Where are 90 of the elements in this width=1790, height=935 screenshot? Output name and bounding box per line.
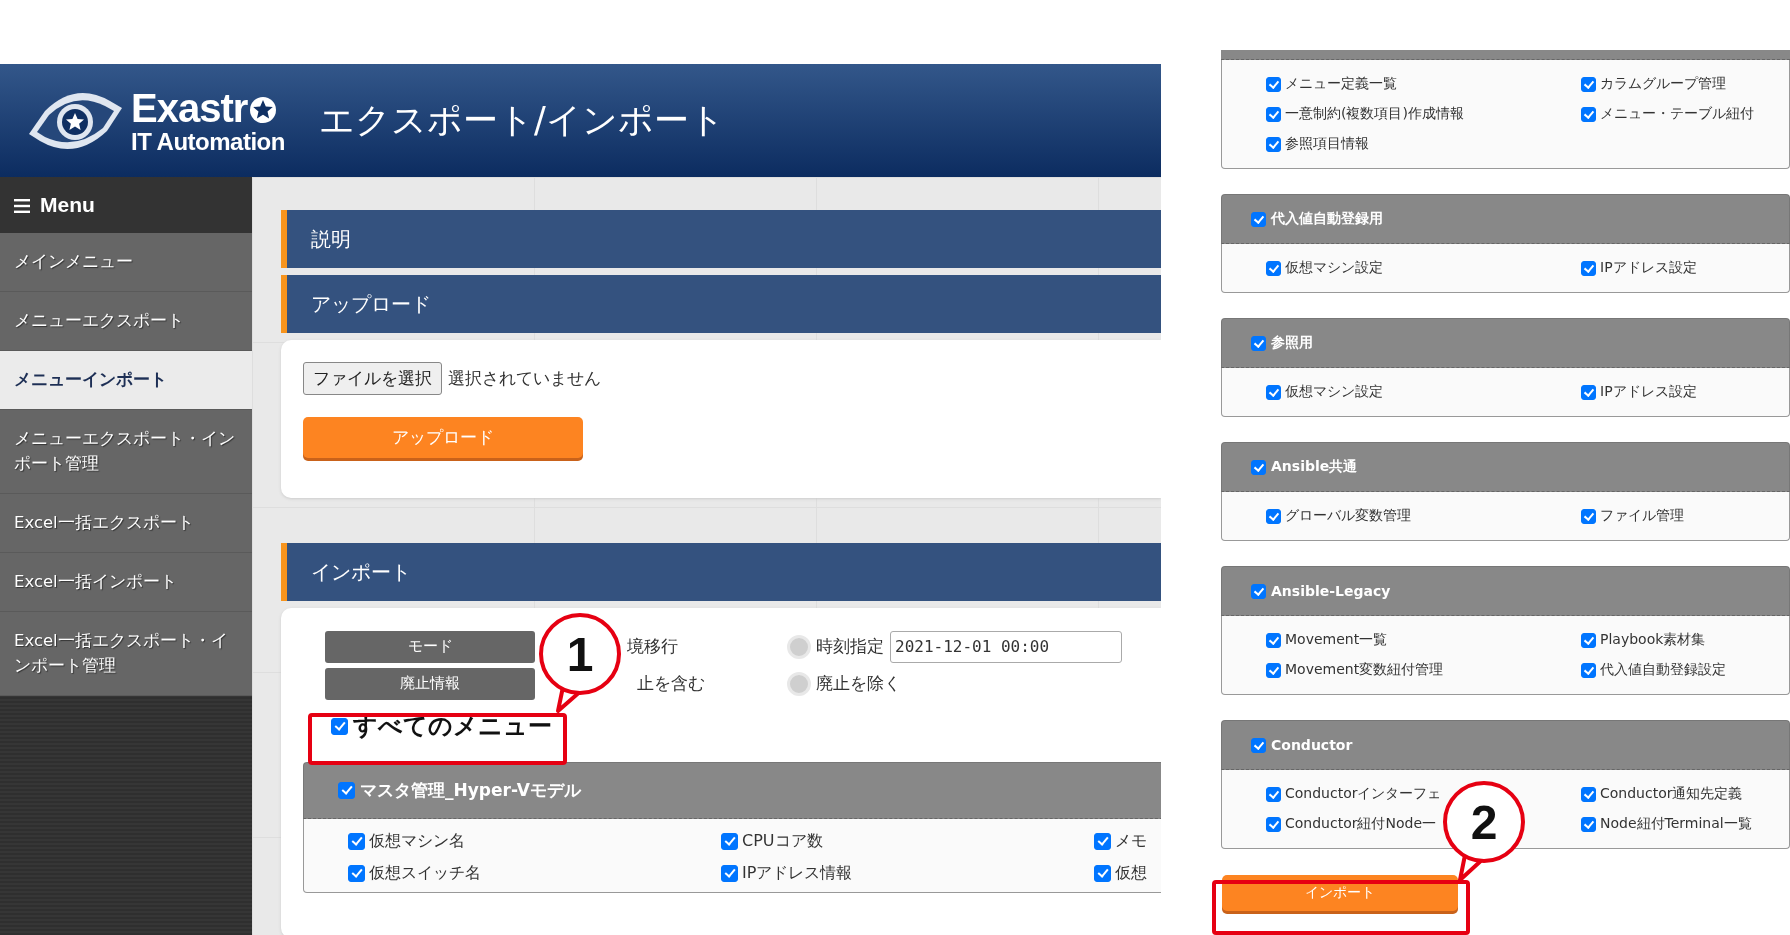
checkbox[interactable] (1251, 459, 1266, 475)
checkbox[interactable] (1266, 632, 1281, 648)
sidebar-item[interactable]: メニューエクスポート (0, 292, 252, 351)
checkbox-label: 一意制約(複数項目)作成情報 (1285, 105, 1464, 123)
checkbox[interactable] (1266, 662, 1281, 678)
option-label: モード (325, 630, 535, 663)
checkbox-label: 仮想マシン設定 (1285, 383, 1383, 401)
checkbox-label: ファイル管理 (1600, 507, 1684, 525)
checkbox-label: Conductor紐付Node一 (1285, 815, 1437, 833)
checkbox[interactable] (1266, 260, 1281, 276)
checkbox[interactable] (1251, 737, 1266, 753)
checkbox[interactable] (721, 833, 738, 850)
checkbox[interactable] (1266, 816, 1281, 832)
checkbox-label: カラムグループ管理 (1600, 75, 1726, 93)
sidebar-item[interactable]: メニューエクスポート・インポート管理 (0, 410, 252, 494)
checkbox-label: 仮想マシン名 (369, 831, 465, 852)
checkbox-label: IPアドレス設定 (1600, 383, 1697, 401)
checkbox[interactable] (1581, 384, 1596, 400)
checkbox-label: Node紐付Terminal一覧 (1600, 815, 1752, 833)
radio-label: 止を含む (637, 672, 705, 695)
sidebar-item[interactable]: Excel一括エクスポート (0, 494, 252, 553)
checkbox-label: Conductorインターフェ (1285, 785, 1442, 803)
checkbox-label: グローバル変数管理 (1285, 507, 1411, 525)
checkbox-label: 参照項目情報 (1285, 135, 1369, 153)
checkbox-label: CPUコア数 (742, 831, 823, 852)
checkbox[interactable] (338, 782, 355, 799)
group-title: Ansible-Legacy (1271, 583, 1391, 599)
checkbox-label: 代入値自動登録設定 (1600, 661, 1726, 679)
checkbox[interactable] (1581, 260, 1596, 276)
checkbox-label: 仮想 (1115, 863, 1147, 884)
sidebar-item[interactable]: Excel一括インポート (0, 553, 252, 612)
radio-label: 廃止を除く (816, 672, 901, 695)
radio-button[interactable] (787, 671, 811, 696)
logo-subtitle: IT Automation (131, 128, 285, 155)
checkbox[interactable] (1266, 508, 1281, 524)
checkbox[interactable] (1094, 865, 1111, 882)
datetime-field[interactable]: 2021-12-01 00:00 (890, 630, 1122, 663)
checkbox[interactable] (1581, 632, 1596, 648)
checkbox-label: Playbook素材集 (1600, 631, 1706, 649)
checkbox[interactable] (1581, 76, 1596, 92)
checkbox-label: IPアドレス設定 (1600, 259, 1697, 277)
menu-icon[interactable] (14, 198, 30, 212)
checkbox[interactable] (1266, 106, 1281, 122)
checkbox-label: 仮想マシン設定 (1285, 259, 1383, 277)
checkbox[interactable] (1581, 662, 1596, 678)
checkbox-label: メモ (1115, 831, 1147, 852)
menu-title: Menu (40, 193, 95, 217)
radio-label: 境移行 (627, 635, 678, 658)
file-button[interactable]: ファイルを選択 (303, 362, 442, 395)
option-label: 廃止情報 (325, 667, 535, 700)
checkbox[interactable] (348, 865, 365, 882)
sidebar-item[interactable]: メインメニュー (0, 233, 252, 292)
group-title: Ansible共通 (1271, 458, 1358, 476)
checkbox[interactable] (348, 833, 365, 850)
checkbox[interactable] (1581, 816, 1596, 832)
checkbox[interactable] (1094, 833, 1111, 850)
checkbox[interactable] (1266, 786, 1281, 802)
checkbox-label: メニュー・テーブル紐付 (1600, 105, 1754, 123)
radio-button[interactable] (787, 634, 811, 659)
logo-text: Exastr (131, 86, 248, 129)
section-bar[interactable]: 説明 (281, 210, 1161, 268)
checkbox-label: Movement一覧 (1285, 631, 1388, 649)
checkbox-label: すべてのメニュー (353, 711, 552, 742)
group-title: マスタ管理_Hyper-Vモデル (360, 779, 581, 802)
checkbox-label: メニュー定義一覧 (1285, 75, 1397, 93)
page-title: エクスポート/インポート (318, 99, 725, 142)
checkbox-label: IPアドレス情報 (742, 863, 853, 884)
checkbox[interactable] (1581, 508, 1596, 524)
checkbox[interactable] (1266, 136, 1281, 152)
section-bar[interactable]: アップロード (281, 275, 1161, 333)
group-title: Conductor (1271, 737, 1353, 753)
checkbox[interactable] (1581, 106, 1596, 122)
group-title: 参照用 (1271, 334, 1313, 352)
radio-label: 時刻指定 (816, 635, 884, 658)
sidebar-item[interactable]: メニューインポート (0, 351, 252, 410)
checkbox[interactable] (1251, 211, 1266, 227)
checkbox-label: 仮想スイッチ名 (369, 863, 481, 884)
checkbox[interactable] (721, 865, 738, 882)
checkbox-label: Conductor通知先定義 (1600, 785, 1743, 803)
checkbox[interactable] (1251, 583, 1266, 599)
checkbox[interactable] (1251, 335, 1266, 351)
group-title: 代入値自動登録用 (1271, 210, 1383, 228)
checkbox-label: Movement変数紐付管理 (1285, 661, 1444, 679)
section-bar[interactable]: インポート (281, 543, 1161, 601)
checkbox[interactable] (1266, 384, 1281, 400)
file-status: 選択されていません (448, 367, 601, 390)
checkbox[interactable] (1581, 786, 1596, 802)
sidebar-item[interactable]: Excel一括エクスポート・インポート管理 (0, 612, 252, 696)
checkbox[interactable] (331, 717, 348, 735)
checkbox[interactable] (1266, 76, 1281, 92)
